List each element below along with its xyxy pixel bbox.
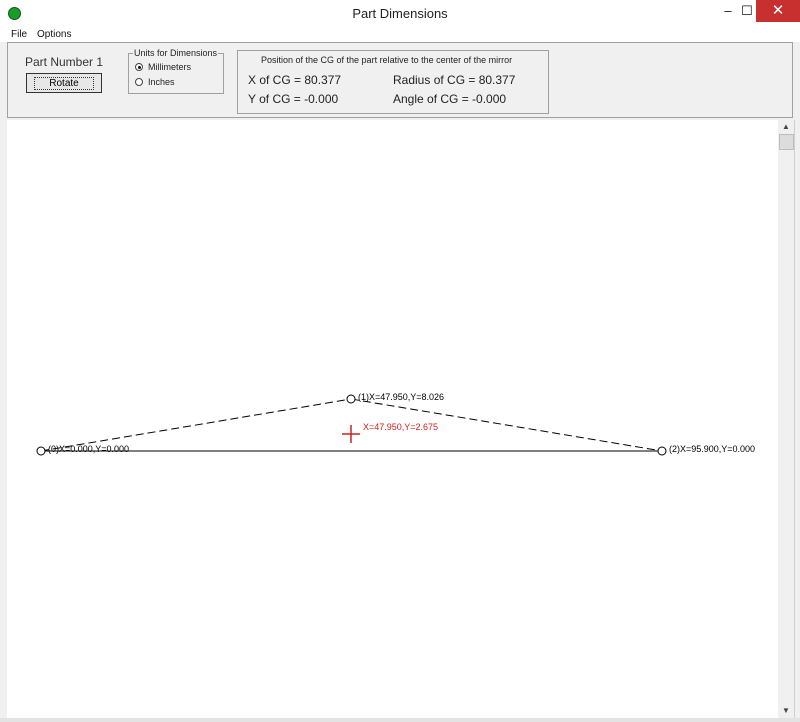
point-0-marker[interactable]: [36, 446, 46, 456]
point-0-label: (0)X=0.000,Y=0.000: [48, 444, 129, 454]
part-drawing: (0)X=0.000,Y=0.000 (1)X=47.950,Y=8.026 (…: [36, 392, 755, 456]
point-2-marker[interactable]: [657, 446, 667, 456]
point-2-label: (2)X=95.900,Y=0.000: [669, 444, 755, 454]
app-window: Part Dimensions – ☐ ✕ File Options Part …: [0, 0, 800, 722]
cg-label: X=47.950,Y=2.675: [363, 422, 438, 432]
point-1-label: (1)X=47.950,Y=8.026: [358, 392, 444, 402]
point-1-marker[interactable]: [346, 394, 356, 404]
